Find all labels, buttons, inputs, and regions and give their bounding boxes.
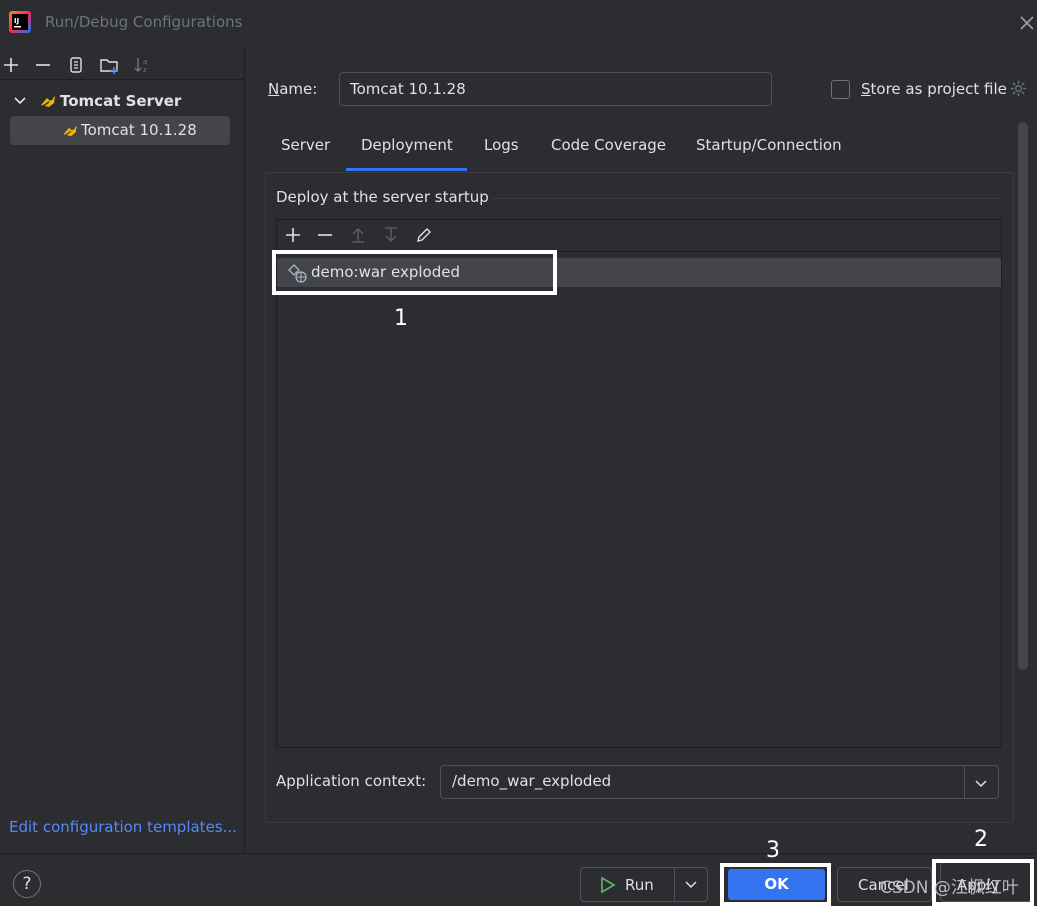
annotation-number-2: 2 bbox=[974, 827, 988, 852]
annotation-box-3 bbox=[720, 863, 831, 906]
vertical-scrollbar[interactable] bbox=[1018, 122, 1028, 670]
add-icon[interactable] bbox=[284, 226, 302, 244]
run-label: Run bbox=[625, 876, 654, 894]
sort-icon[interactable]: az bbox=[131, 54, 153, 76]
tab-logs[interactable]: Logs bbox=[484, 136, 519, 154]
move-up-icon[interactable] bbox=[349, 226, 367, 244]
csdn-watermark: CSDN @江枫红叶 bbox=[880, 878, 1019, 898]
application-context-value[interactable]: /demo_war_exploded bbox=[452, 772, 611, 790]
active-tab-indicator bbox=[346, 168, 467, 171]
annotation-number-1: 1 bbox=[394, 306, 408, 331]
tomcat-icon bbox=[40, 93, 57, 110]
annotation-number-3: 3 bbox=[766, 838, 780, 863]
move-down-icon[interactable] bbox=[382, 226, 400, 244]
help-button[interactable]: ? bbox=[13, 870, 41, 898]
play-icon bbox=[600, 876, 616, 894]
tab-code-coverage[interactable]: Code Coverage bbox=[551, 136, 666, 154]
add-icon[interactable] bbox=[0, 54, 22, 76]
chevron-down-icon[interactable] bbox=[13, 94, 27, 108]
name-input[interactable] bbox=[339, 72, 772, 106]
deploy-section-title: Deploy at the server startup bbox=[276, 188, 489, 206]
name-label: Name: bbox=[268, 80, 318, 98]
annotation-box-1 bbox=[272, 250, 557, 295]
copy-icon[interactable] bbox=[65, 54, 87, 76]
configurations-sidebar bbox=[0, 46, 245, 853]
tab-deployment[interactable]: Deployment bbox=[361, 136, 453, 154]
close-icon[interactable] bbox=[1016, 12, 1037, 34]
tomcat-icon bbox=[62, 123, 79, 139]
divider bbox=[964, 766, 965, 798]
tree-item-label: Tomcat 10.1.28 bbox=[81, 121, 197, 139]
chevron-down-icon[interactable] bbox=[682, 877, 700, 893]
sidebar-toolbar: az bbox=[0, 46, 245, 80]
svg-text:IJ: IJ bbox=[14, 17, 19, 25]
new-folder-icon[interactable] bbox=[98, 54, 120, 76]
store-as-project-file-checkbox[interactable] bbox=[831, 80, 850, 99]
intellij-logo-icon: IJ bbox=[9, 11, 31, 33]
svg-text:a: a bbox=[143, 58, 147, 66]
artifact-list bbox=[276, 219, 1002, 748]
store-as-project-file-label[interactable]: Store as project file bbox=[861, 80, 1007, 98]
divider bbox=[674, 868, 675, 901]
svg-text:z: z bbox=[143, 66, 147, 74]
remove-icon[interactable] bbox=[32, 54, 54, 76]
tab-startup-connection[interactable]: Startup/Connection bbox=[696, 136, 842, 154]
gear-icon[interactable] bbox=[1009, 79, 1028, 98]
window-title: Run/Debug Configurations bbox=[45, 13, 243, 31]
application-context-label: Application context: bbox=[276, 772, 427, 790]
chevron-down-icon[interactable] bbox=[972, 774, 990, 792]
edit-icon[interactable] bbox=[415, 226, 433, 244]
tab-server[interactable]: Server bbox=[281, 136, 330, 154]
remove-icon[interactable] bbox=[316, 226, 334, 244]
divider bbox=[492, 198, 1002, 199]
edit-templates-link[interactable]: Edit configuration templates... bbox=[9, 818, 237, 836]
tree-item-tomcat-config[interactable]: Tomcat 10.1.28 bbox=[10, 116, 230, 145]
tree-group-label: Tomcat Server bbox=[60, 92, 182, 110]
tree-group-tomcat-server[interactable]: Tomcat Server bbox=[10, 90, 240, 114]
divider bbox=[0, 79, 245, 80]
